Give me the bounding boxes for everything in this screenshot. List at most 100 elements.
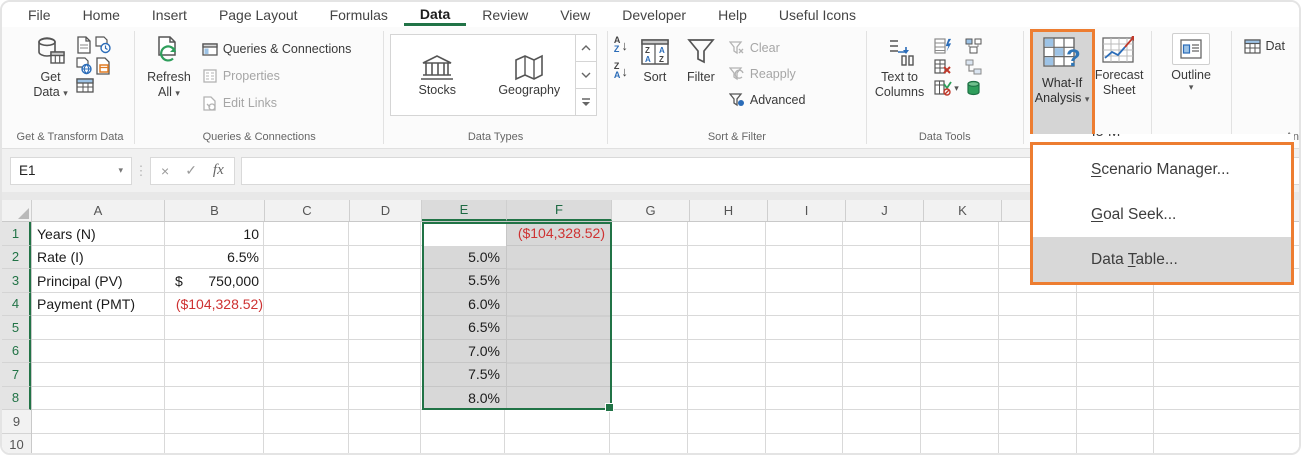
tab-page-layout[interactable]: Page Layout [203, 4, 314, 25]
row-header-7[interactable]: 7 [2, 363, 31, 387]
active-cell-e1[interactable] [422, 222, 507, 246]
row-header-2[interactable]: 2 [2, 246, 31, 270]
cell-e6[interactable]: 7.0% [422, 340, 507, 364]
reapply-filter-button[interactable]: Reapply [728, 63, 806, 85]
name-box-caret-icon[interactable]: ▾ [118, 165, 123, 176]
tab-review[interactable]: Review [466, 4, 544, 25]
existing-connections-icon[interactable] [76, 78, 111, 93]
row-header-column: 1 2 3 4 5 6 7 8 9 10 [2, 222, 32, 453]
group-data-types: Stocks Geography Data Types [386, 27, 605, 148]
row-header-5[interactable]: 5 [2, 316, 31, 340]
tab-file[interactable]: File [12, 4, 67, 25]
column-header-e[interactable]: E [422, 200, 507, 221]
row-header-6[interactable]: 6 [2, 340, 31, 364]
select-all-corner[interactable] [2, 200, 32, 221]
data-types-scroll-down-icon[interactable] [576, 62, 596, 89]
enter-check-icon[interactable]: ✓ [185, 162, 197, 179]
tab-data[interactable]: Data [404, 3, 466, 26]
column-header-j[interactable]: J [846, 200, 924, 221]
data-types-more-icon[interactable] [576, 89, 596, 115]
sort-descending-button[interactable]: ZA ↓ [614, 62, 628, 80]
row-header-10[interactable]: 10 [2, 434, 31, 454]
row-header-9[interactable]: 9 [2, 410, 31, 434]
sort-ascending-button[interactable]: AZ ↓ [614, 36, 628, 54]
advanced-filter-button[interactable]: Advanced [728, 89, 806, 111]
column-header-h[interactable]: H [690, 200, 768, 221]
formula-bar-divider[interactable]: ⋮ [132, 163, 150, 179]
cell-e2[interactable]: 5.0% [422, 246, 507, 270]
recent-sources-icon[interactable] [95, 36, 111, 54]
column-header-i[interactable]: I [768, 200, 846, 221]
data-validation-button[interactable]: ▾ [934, 80, 959, 96]
cell-a3[interactable]: Principal (PV) [32, 269, 165, 293]
cell-f1[interactable]: ($104,328.52) [507, 222, 612, 246]
forecast-sheet-button[interactable]: Forecast Sheet [1090, 27, 1149, 100]
menu-item-scenario-manager[interactable]: Scenario Manager... [1033, 147, 1291, 192]
menu-item-data-table[interactable]: Data Table... [1033, 237, 1291, 282]
insert-function-icon[interactable]: fx [213, 162, 224, 179]
manage-data-model-icon[interactable] [965, 80, 982, 96]
relationships-icon[interactable] [965, 59, 982, 75]
column-header-k[interactable]: K [924, 200, 1002, 221]
outline-button[interactable]: Outline ▾ [1154, 27, 1229, 93]
what-if-analysis-icon: ? [1042, 32, 1082, 76]
cell-e4[interactable]: 6.0% [422, 293, 507, 317]
consolidate-icon[interactable] [965, 38, 982, 54]
flash-fill-icon[interactable] [934, 38, 959, 54]
from-web-icon[interactable] [76, 57, 92, 75]
from-table-range-icon[interactable] [95, 57, 111, 75]
tab-developer[interactable]: Developer [606, 4, 702, 25]
refresh-all-button[interactable]: Refresh All ▾ [143, 32, 195, 102]
sort-button[interactable]: ZAAZ Sort [636, 32, 674, 87]
properties-button[interactable]: Properties [201, 65, 352, 87]
column-header-b[interactable]: B [165, 200, 265, 221]
filter-button[interactable]: Filter [682, 32, 720, 87]
cell-e5[interactable]: 6.5% [422, 316, 507, 340]
column-header-d[interactable]: D [350, 200, 422, 221]
clear-filter-button[interactable]: Clear [728, 37, 806, 59]
cell-b1[interactable]: 10 [165, 222, 265, 246]
text-to-columns-button[interactable]: Text to Columns [871, 32, 928, 102]
column-header-f[interactable]: F [507, 200, 612, 221]
column-header-a[interactable]: A [32, 200, 165, 221]
data-analysis-button-partial[interactable]: Dat [1234, 27, 1299, 57]
stocks-card[interactable]: Stocks [391, 35, 483, 115]
queries-connections-button[interactable]: Queries & Connections [201, 38, 352, 60]
row-header-3[interactable]: 3 [2, 269, 31, 293]
remove-duplicates-icon[interactable] [934, 59, 959, 75]
cell-b4[interactable]: ($104,328.52) [165, 293, 265, 317]
selected-range-f2-f8[interactable] [507, 246, 612, 411]
svg-text:Z: Z [645, 46, 650, 55]
down-arrow-icon: ↓ [621, 64, 628, 79]
row-header-4[interactable]: 4 [2, 293, 31, 317]
cell-a4[interactable]: Payment (PMT) [32, 293, 165, 317]
tab-useful-icons[interactable]: Useful Icons [763, 4, 872, 25]
name-box[interactable]: E1 ▾ [10, 157, 132, 185]
tab-formulas[interactable]: Formulas [314, 4, 404, 25]
tab-view[interactable]: View [544, 4, 606, 25]
excel-window: File Home Insert Page Layout Formulas Da… [0, 0, 1301, 455]
cell-b3[interactable]: $ 750,000 [165, 269, 265, 293]
what-if-analysis-button[interactable]: ? What-If Analysis ▾ [1030, 29, 1095, 137]
cell-b2[interactable]: 6.5% [165, 246, 265, 270]
row-header-1[interactable]: 1 [2, 222, 31, 246]
cell-e8[interactable]: 8.0% [422, 387, 507, 411]
cell-a2[interactable]: Rate (I) [32, 246, 165, 270]
get-data-button[interactable]: Get Data ▾ [29, 32, 71, 102]
cell-a1[interactable]: Years (N) [32, 222, 165, 246]
geography-card[interactable]: Geography [483, 35, 575, 115]
row-header-8[interactable]: 8 [2, 387, 31, 411]
edit-links-icon [201, 96, 219, 111]
tab-home[interactable]: Home [67, 4, 136, 25]
cell-e3[interactable]: 5.5% [422, 269, 507, 293]
column-header-g[interactable]: G [612, 200, 690, 221]
edit-links-button[interactable]: Edit Links [201, 92, 352, 114]
menu-item-goal-seek[interactable]: Goal Seek... [1033, 192, 1291, 237]
cell-e7[interactable]: 7.5% [422, 363, 507, 387]
column-header-c[interactable]: C [265, 200, 350, 221]
tab-help[interactable]: Help [702, 4, 763, 25]
data-types-scroll-up-icon[interactable] [576, 35, 596, 62]
cancel-icon[interactable]: × [161, 163, 169, 179]
tab-insert[interactable]: Insert [136, 4, 203, 25]
from-text-csv-icon[interactable] [76, 36, 92, 54]
